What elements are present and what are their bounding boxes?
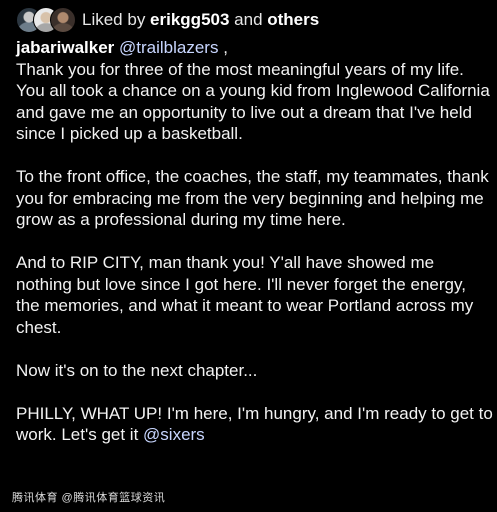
likes-middle: and: [229, 10, 268, 29]
author-username[interactable]: jabariwalker: [16, 38, 114, 57]
watermark: 腾讯体育 @腾讯体育篮球资讯: [12, 492, 166, 504]
caption-paragraph: To the front office, the coaches, the st…: [16, 167, 489, 229]
likes-text: Liked by erikgg503 and others: [82, 10, 319, 30]
liker-username[interactable]: erikgg503: [150, 10, 229, 29]
mention-trailblazers[interactable]: @trailblazers: [119, 38, 218, 57]
likes-row[interactable]: Liked by erikgg503 and others: [16, 6, 319, 34]
liker-avatars[interactable]: [16, 7, 76, 33]
caption-paragraph: And to RIP CITY, man thank you! Y'all ha…: [16, 253, 474, 337]
mention-sixers[interactable]: @sixers: [143, 425, 205, 444]
caption-header: jabariwalker @trailblazers ,: [16, 37, 494, 59]
caption-last-text: PHILLY, WHAT UP! I'm here, I'm hungry, a…: [16, 403, 493, 445]
caption-paragraph: Thank you for three of the most meaningf…: [16, 59, 490, 144]
avatar[interactable]: [50, 7, 76, 33]
likes-others-link[interactable]: others: [267, 10, 319, 29]
post-caption: jabariwalker @trailblazers , Thank you f…: [16, 37, 494, 446]
likes-prefix: Liked by: [82, 10, 151, 29]
caption-paragraph-last: PHILLY, WHAT UP! I'm here, I'm hungry, a…: [16, 403, 494, 446]
mention-suffix: ,: [218, 38, 228, 57]
caption-paragraph: Now it's on to the next chapter...: [16, 360, 258, 380]
